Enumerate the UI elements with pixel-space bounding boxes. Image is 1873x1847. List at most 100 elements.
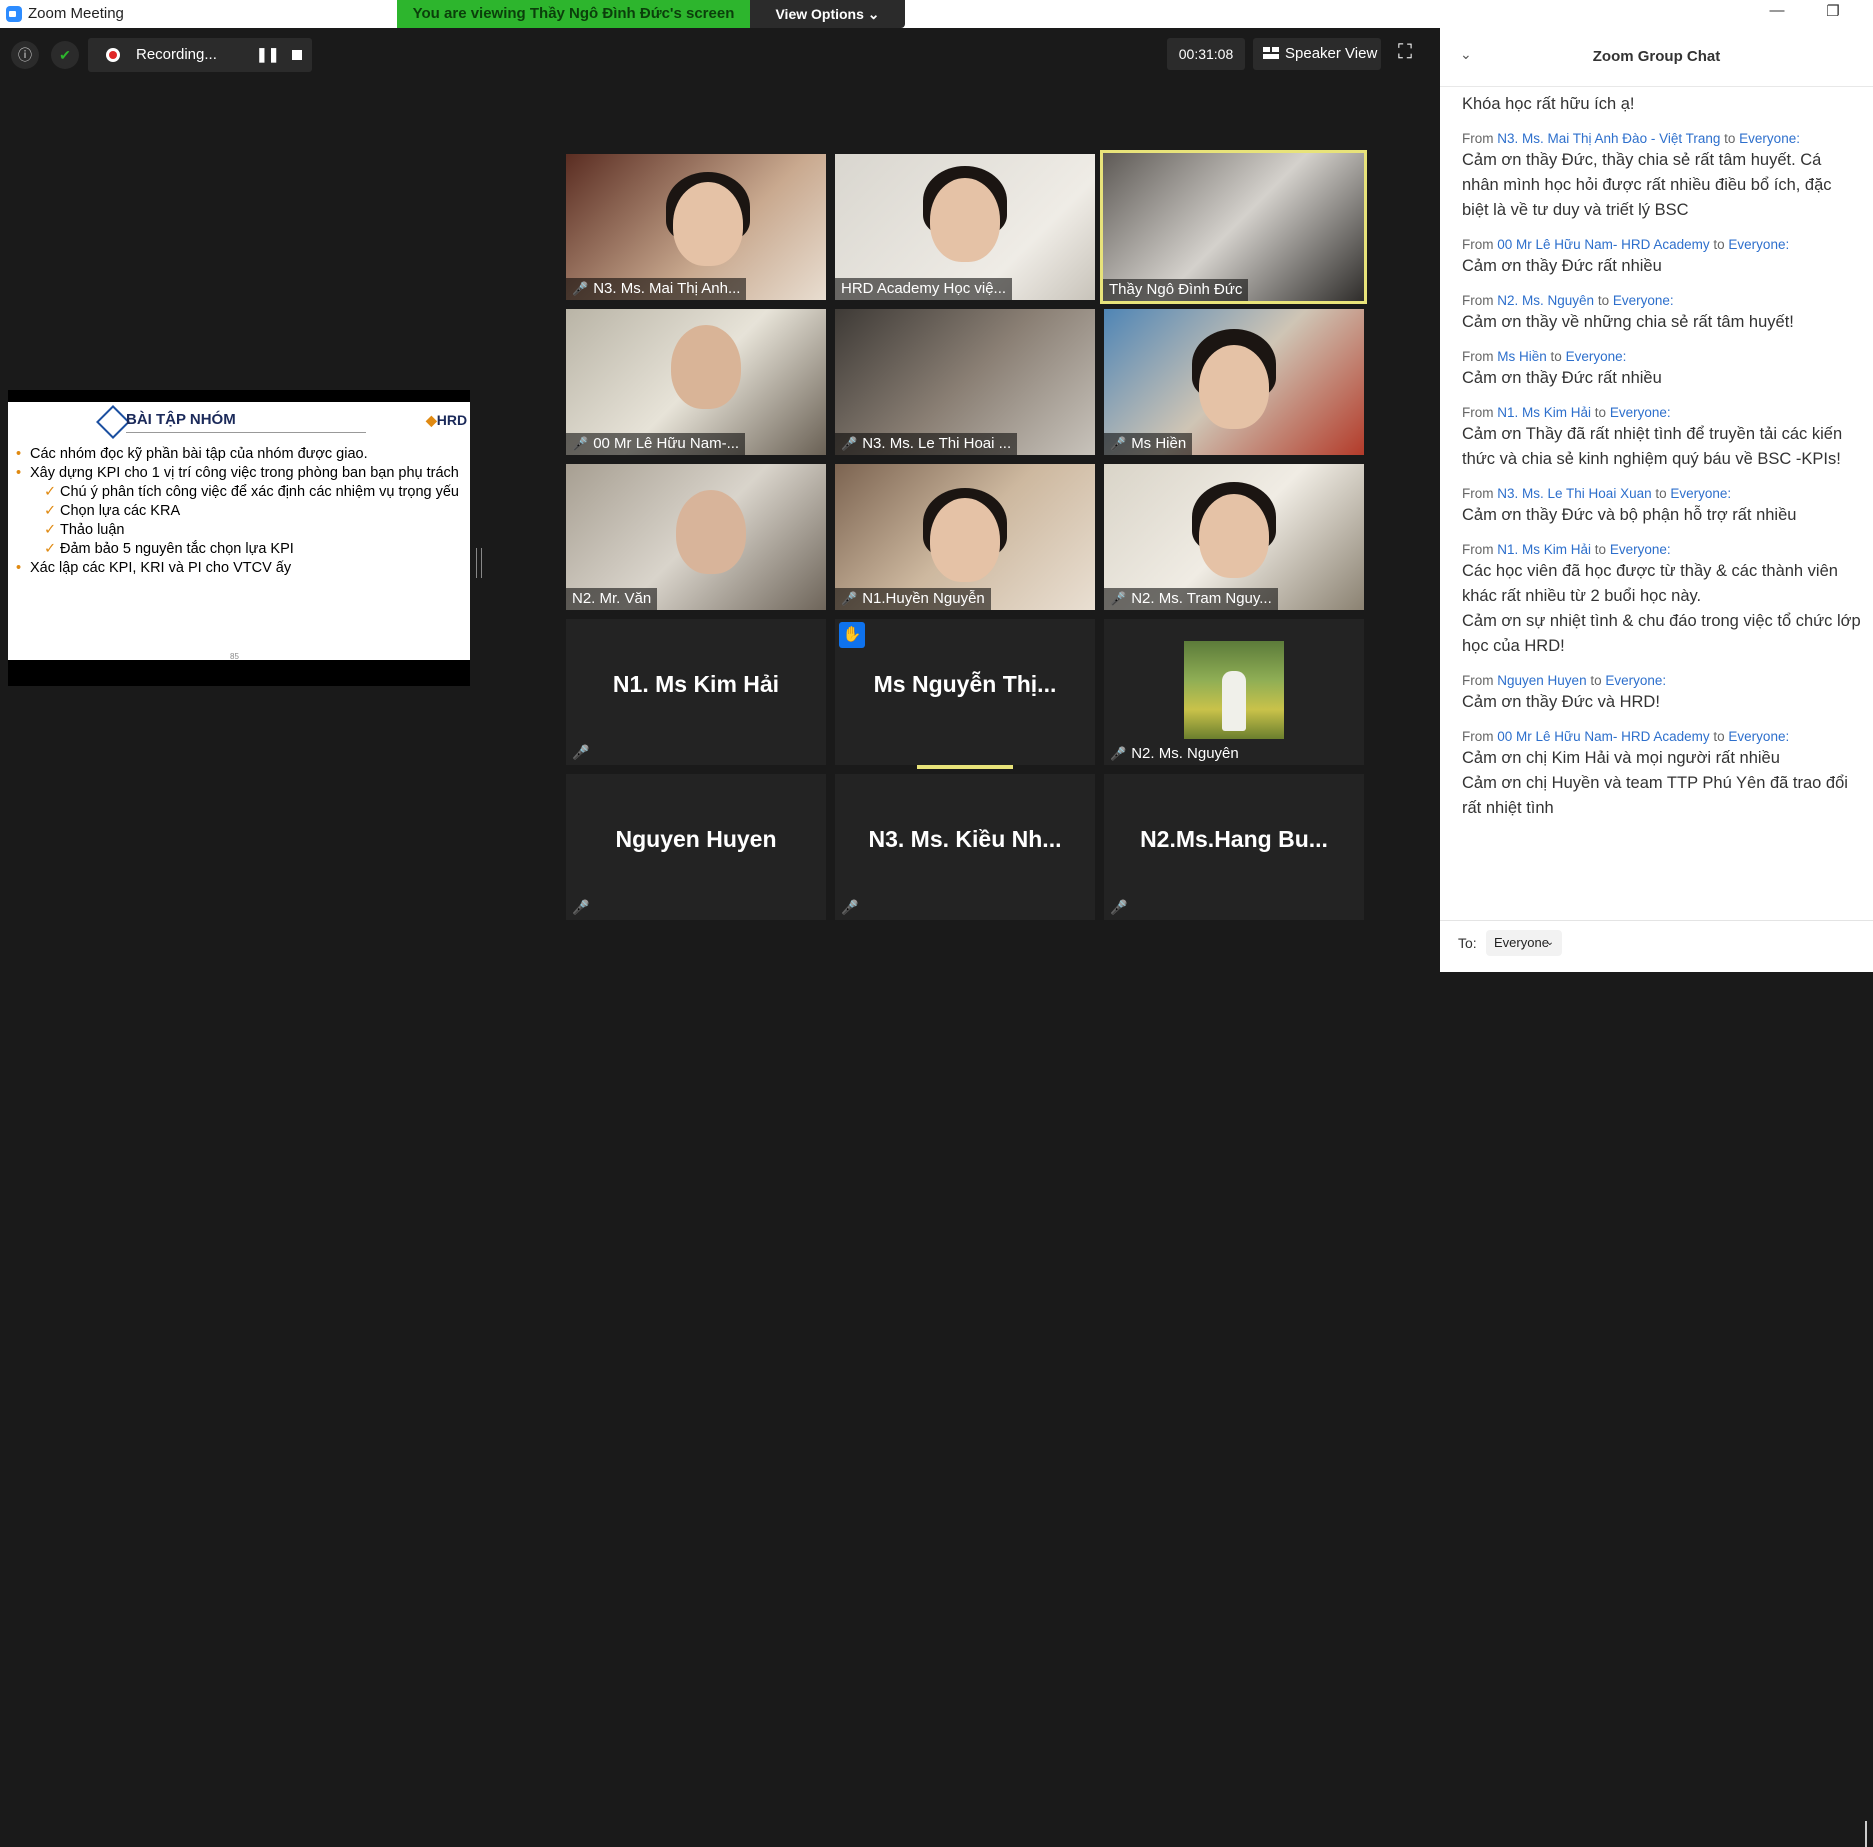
chat-message: Khóa học rất hữu ích ạ! <box>1462 92 1862 117</box>
participant-name: Nguyen Huyen <box>615 826 777 852</box>
recipient-name: Everyone: <box>1670 486 1732 501</box>
participant-name-tag: 🎤 N3. Ms. Le Thi Hoai ... <box>835 433 1018 455</box>
participant-tile[interactable]: 🎤 N2. Ms. Tram Nguy... <box>1104 464 1364 610</box>
participant-tile[interactable]: 🎤 N2. Ms. Nguyên <box>1104 619 1364 765</box>
mic-muted-icon: 🎤 <box>1110 899 1128 915</box>
to-label: to <box>1724 131 1736 146</box>
chat-message: From N3. Ms. Le Thi Hoai Xuan to Everyon… <box>1462 485 1862 528</box>
participant-name: N3. Ms. Mai Thị Anh... <box>593 280 741 297</box>
bullet-item: Xây dựng KPI cho 1 vị trí công việc tron… <box>16 465 466 482</box>
recipient-name: Everyone: <box>1612 293 1674 308</box>
sender-name[interactable]: N2. Ms. Nguyên <box>1497 293 1594 308</box>
chat-message: From N1. Ms Kim Hải to Everyone: Các học … <box>1462 541 1862 659</box>
message-header: From 00 Mr Lê Hữu Nam- HRD Academy to Ev… <box>1462 728 1862 746</box>
participant-tile[interactable]: 🎤 N1.Huyền Nguyễn <box>835 464 1095 610</box>
pause-recording-button[interactable]: ❚❚ <box>256 46 279 63</box>
participant-tile[interactable]: Nguyen Huyen 🎤 <box>566 774 826 920</box>
meeting-area: ⓘ ✔ Recording... ❚❚ 00:31:08 Speaker Vie… <box>0 28 1440 972</box>
diamond-icon <box>96 405 130 439</box>
splitter-handle[interactable] <box>476 548 482 578</box>
participant-name: 00 Mr Lê Hữu Nam-... <box>593 435 740 452</box>
title-underline <box>126 432 366 433</box>
view-options-button[interactable]: View Options ⌄ <box>750 0 905 28</box>
chat-title: Zoom Group Chat <box>1592 48 1721 65</box>
participant-tile[interactable]: N3. Ms. Kiều Nh... 🎤 <box>835 774 1095 920</box>
speaker-view-label: Speaker View <box>1285 45 1378 62</box>
check-item: Thảo luận <box>44 522 466 539</box>
message-header: From N2. Ms. Nguyên to Everyone: <box>1462 292 1862 310</box>
sender-name[interactable]: Nguyen Huyen <box>1497 673 1586 688</box>
sender-name[interactable]: N3. Ms. Mai Thị Anh Đào - Việt Trang <box>1497 131 1720 146</box>
message-text: Cảm ơn thầy về những chia sẻ rất tâm huy… <box>1462 313 1794 331</box>
participant-tile[interactable]: N1. Ms Kim Hải 🎤 <box>566 619 826 765</box>
sender-name[interactable]: 00 Mr Lê Hữu Nam- HRD Academy <box>1497 237 1709 252</box>
chat-message: From N3. Ms. Mai Thị Anh Đào - Việt Tran… <box>1462 130 1862 223</box>
security-shield-icon[interactable]: ✔ <box>51 41 79 69</box>
message-header: From N3. Ms. Le Thi Hoai Xuan to Everyon… <box>1462 485 1862 503</box>
from-label: From <box>1462 349 1494 364</box>
from-label: From <box>1462 237 1494 252</box>
recipient-name: Everyone: <box>1728 729 1790 744</box>
participant-tile[interactable]: HRD Academy Học việ... <box>835 154 1095 300</box>
participant-name-tag: 🎤 N1.Huyền Nguyễn <box>835 588 991 610</box>
bullet-item: Các nhóm đọc kỹ phần bài tập của nhóm đư… <box>16 446 466 463</box>
recipient-name: Everyone: <box>1609 542 1671 557</box>
sender-name[interactable]: N3. Ms. Le Thi Hoai Xuan <box>1497 486 1651 501</box>
restore-button[interactable]: ❐ <box>1818 2 1848 20</box>
chat-scrollbar[interactable] <box>1865 1821 1867 1847</box>
participant-tile[interactable]: 🎤 00 Mr Lê Hữu Nam-... <box>566 309 826 455</box>
check-item: Đảm bảo 5 nguyên tắc chọn lựa KPI <box>44 541 466 558</box>
message-text: Các học viên đã học được từ thầy & các t… <box>1462 562 1838 605</box>
from-label: From <box>1462 729 1494 744</box>
participant-name: N3. Ms. Kiều Nh... <box>868 826 1062 852</box>
speaker-view-button[interactable]: Speaker View <box>1253 38 1381 70</box>
from-label: From <box>1462 673 1494 688</box>
recipient-name: Everyone: <box>1565 349 1627 364</box>
participant-name: N2.Ms.Hang Bu... <box>1140 826 1328 852</box>
message-text: Cảm ơn sự nhiệt tình & chu đáo trong việ… <box>1462 612 1861 655</box>
participant-tile[interactable]: N2. Mr. Văn <box>566 464 826 610</box>
to-label: to <box>1550 349 1562 364</box>
participant-name: Ms Hiền <box>1131 435 1187 452</box>
chat-message: From Ms Hiền to Everyone: Cảm ơn thầy Đức… <box>1462 348 1862 391</box>
recipient-name: Everyone: <box>1605 673 1667 688</box>
mic-muted-icon: 🎤 <box>1110 436 1127 451</box>
sender-name[interactable]: 00 Mr Lê Hữu Nam- HRD Academy <box>1497 729 1709 744</box>
sender-name[interactable]: Ms Hiền <box>1497 349 1547 364</box>
message-text: Cảm ơn chị Kim Hải và mọi người rất nhiề… <box>1462 749 1780 767</box>
fullscreen-icon[interactable]: ⛶ <box>1398 42 1420 64</box>
video-figure <box>930 178 1000 262</box>
message-header: From N1. Ms Kim Hải to Everyone: <box>1462 404 1862 422</box>
presentation-slide: BÀI TẬP NHÓM ◆HRD Các nhóm đọc kỹ phần b… <box>8 402 470 661</box>
shared-screen[interactable]: BÀI TẬP NHÓM ◆HRD Các nhóm đọc kỹ phần b… <box>8 390 470 686</box>
chat-messages[interactable]: Khóa học rất hữu ích ạ! From N3. Ms. Mai… <box>1462 92 1862 834</box>
meeting-info-icon[interactable]: ⓘ <box>11 41 39 69</box>
participant-name: Ms Nguyễn Thị... <box>873 671 1057 697</box>
participant-tile[interactable]: Ms Nguyễn Thị... <box>835 619 1095 765</box>
participant-name-tag: 🎤 Ms Hiền <box>1104 433 1193 455</box>
to-label: to <box>1655 486 1667 501</box>
recipient-dropdown[interactable]: Everyone ⌄ <box>1486 930 1562 956</box>
participant-tile[interactable]: 🎤 N3. Ms. Le Thi Hoai ... <box>835 309 1095 455</box>
to-label: to <box>1597 293 1610 308</box>
chat-panel: ⌄ Zoom Group Chat Khóa học rất hữu ích ạ… <box>1440 28 1873 1847</box>
minimize-button[interactable]: — <box>1762 2 1792 19</box>
participant-name-tag: 🎤 N3. Ms. Mai Thị Anh... <box>566 278 747 300</box>
mic-muted-icon: 🎤 <box>841 591 858 606</box>
video-figure <box>671 325 741 409</box>
recording-indicator: Recording... ❚❚ <box>88 38 312 72</box>
participant-name: N2. Ms. Nguyên <box>1131 745 1239 762</box>
recipient-name: Everyone: <box>1609 405 1671 420</box>
title-bar: Zoom Meeting — ❐ <box>0 0 1873 28</box>
participant-tile[interactable]: N2.Ms.Hang Bu... 🎤 <box>1104 774 1364 920</box>
sender-name[interactable]: N1. Ms Kim Hải <box>1497 405 1591 420</box>
chat-message: From N1. Ms Kim Hải to Everyone: Cảm ơn T… <box>1462 404 1862 472</box>
participant-tile[interactable]: 🎤 N3. Ms. Mai Thị Anh... <box>566 154 826 300</box>
sender-name[interactable]: N1. Ms Kim Hải <box>1497 542 1591 557</box>
to-label: to <box>1713 237 1725 252</box>
participant-tile[interactable]: 🎤 Ms Hiền <box>1104 309 1364 455</box>
participant-tile-active-speaker[interactable]: Thầy Ngô Đình Đức <box>1100 150 1367 304</box>
stop-recording-button[interactable] <box>292 50 302 60</box>
mic-muted-icon: 🎤 <box>572 436 589 451</box>
message-text: Cảm ơn thầy Đức rất nhiều <box>1462 369 1662 387</box>
